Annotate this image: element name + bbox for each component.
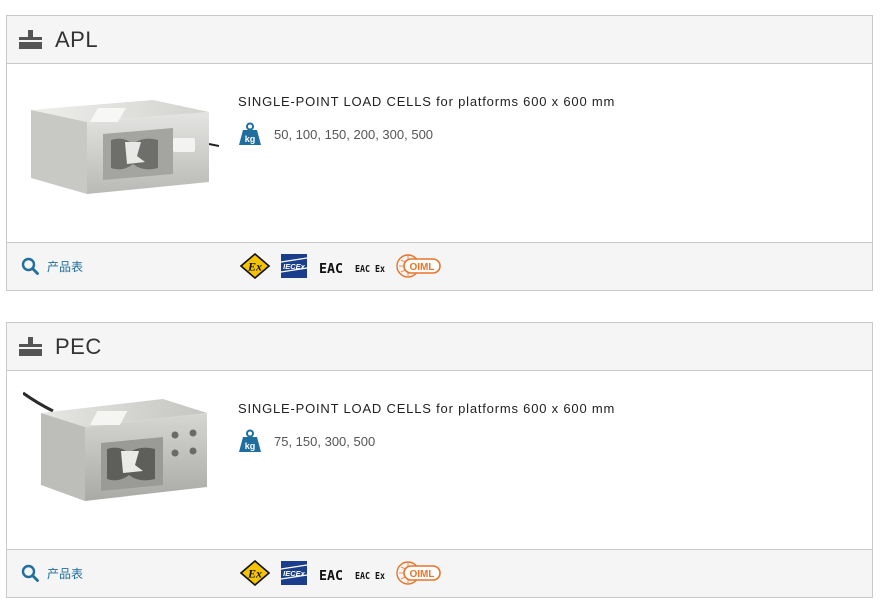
- eac-icon: EAC: [318, 560, 344, 586]
- atex-label: Ex: [247, 567, 262, 581]
- load-cell-image[interactable]: [23, 82, 219, 210]
- product-body: SINGLE-POINT LOAD CELLS for platforms 60…: [7, 64, 872, 242]
- iecex-icon: IECEx: [280, 560, 308, 586]
- oiml-label: OIML: [410, 262, 435, 273]
- search-icon: [21, 257, 39, 275]
- product-model-name[interactable]: PEC: [55, 334, 102, 360]
- atex-label: Ex: [247, 260, 262, 274]
- kg-weight-icon: kg: [239, 429, 261, 452]
- oiml-label: OIML: [410, 569, 435, 580]
- search-icon: [21, 564, 39, 582]
- eac-label: EAC: [319, 262, 343, 277]
- atex-ex-icon: Ex: [240, 253, 270, 279]
- scale-icon: [19, 337, 42, 356]
- eac-ex-icon: EAC Ex: [354, 253, 386, 279]
- product-footer: 产品表 Ex IECEx EAC EAC Ex OIML: [7, 242, 872, 290]
- svg-text:kg: kg: [245, 134, 256, 144]
- capacity-values: 50, 100, 150, 200, 300, 500: [274, 126, 434, 142]
- certification-logos: Ex IECEx EAC EAC Ex OIML: [240, 560, 452, 586]
- iecex-icon: IECEx: [280, 253, 308, 279]
- capacity-row: kg 75, 150, 300, 500: [238, 429, 375, 453]
- eac-icon: EAC: [318, 253, 344, 279]
- product-description: SINGLE-POINT LOAD CELLS for platforms 60…: [238, 401, 616, 416]
- product-card-pec: PEC SINGLE-POINT LOAD CELLS for platform…: [6, 322, 873, 598]
- oiml-icon: OIML: [396, 253, 442, 279]
- eac-label: EAC: [319, 569, 343, 584]
- load-cell-image[interactable]: [23, 389, 219, 517]
- product-footer: 产品表 Ex IECEx EAC EAC Ex OIML: [7, 549, 872, 597]
- datasheet-label[interactable]: 产品表: [47, 565, 83, 582]
- capacity-row: kg 50, 100, 150, 200, 300, 500: [238, 122, 433, 146]
- svg-text:kg: kg: [245, 441, 256, 451]
- datasheet-link[interactable]: 产品表: [21, 257, 83, 275]
- eac-ex-label: EAC Ex: [355, 264, 385, 275]
- datasheet-link[interactable]: 产品表: [21, 564, 83, 582]
- eac-ex-icon: EAC Ex: [354, 560, 386, 586]
- oiml-icon: OIML: [396, 560, 442, 586]
- product-header[interactable]: PEC: [7, 323, 872, 371]
- iecex-label: IECEx: [283, 569, 306, 578]
- scale-icon: [19, 30, 42, 49]
- certification-logos: Ex IECEx EAC EAC Ex OIML: [240, 253, 452, 279]
- product-description: SINGLE-POINT LOAD CELLS for platforms 60…: [238, 94, 616, 109]
- kg-weight-icon: kg: [239, 122, 261, 145]
- iecex-label: IECEx: [283, 262, 306, 271]
- product-body: SINGLE-POINT LOAD CELLS for platforms 60…: [7, 371, 872, 549]
- product-card-apl: APL SINGLE-POINT LOAD CELLS for platform…: [6, 15, 873, 291]
- atex-ex-icon: Ex: [240, 560, 270, 586]
- product-header[interactable]: APL: [7, 16, 872, 64]
- eac-ex-label: EAC Ex: [355, 571, 385, 582]
- datasheet-label[interactable]: 产品表: [47, 258, 83, 275]
- capacity-values: 75, 150, 300, 500: [274, 433, 376, 449]
- product-model-name[interactable]: APL: [55, 27, 98, 53]
